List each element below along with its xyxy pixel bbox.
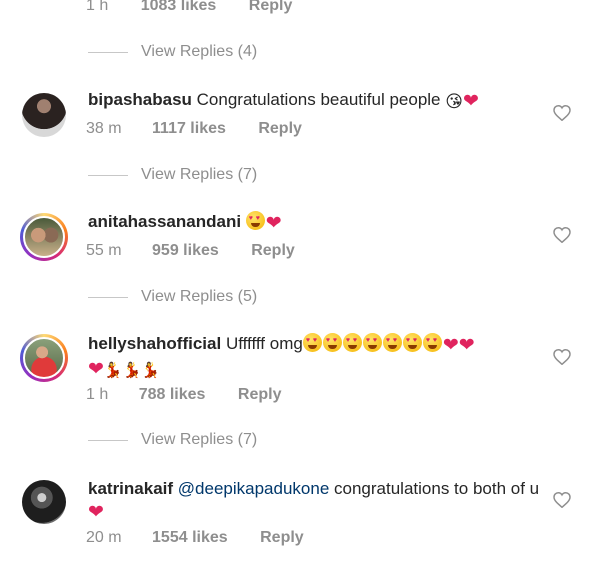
heart-eyes-emoji: ♥ ♥ <box>362 333 382 352</box>
view-replies-button[interactable]: View Replies (4) <box>141 43 257 61</box>
likes-count[interactable]: 1554 likes <box>152 529 228 546</box>
reply-button[interactable]: Reply <box>238 386 282 403</box>
heart-emoji: ❤ <box>458 335 475 356</box>
like-heart-icon[interactable] <box>553 492 571 508</box>
comment-meta: 55 m 959 likes Reply <box>86 242 295 260</box>
comment-time: 38 m <box>86 120 122 137</box>
comment-body: hellyshahofficial Uffffff omg ♥ ♥ ♥ ♥ ♥ ♥ ♥ ♥ ♥ ♥ ♥… <box>88 333 528 381</box>
like-heart-icon[interactable] <box>553 227 571 243</box>
avatar[interactable] <box>20 213 68 261</box>
heart-eyes-emoji: ♥ ♥ <box>342 333 362 352</box>
like-heart-icon[interactable] <box>553 349 571 365</box>
comment-time: 20 m <box>86 529 122 546</box>
comment-body: katrinakaif @deepikapadukone congratulat… <box>88 478 540 524</box>
view-replies-divider <box>88 297 128 298</box>
comment-text: Congratulations beautiful people <box>196 90 441 109</box>
heart-emoji: ❤ <box>442 335 459 356</box>
comment-meta: 1 h 788 likes Reply <box>86 386 281 404</box>
view-replies-divider <box>88 440 128 441</box>
reply-button[interactable]: Reply <box>260 529 304 546</box>
likes-count[interactable]: 959 likes <box>152 242 219 259</box>
heart-eyes-emoji: ♥ ♥ <box>322 333 342 352</box>
comment-username[interactable]: katrinakaif <box>88 479 173 498</box>
view-replies-divider <box>88 175 128 176</box>
like-heart-icon[interactable] <box>553 105 571 121</box>
comment-username[interactable]: hellyshahofficial <box>88 334 221 353</box>
avatar[interactable] <box>22 93 66 137</box>
reply-button[interactable]: Reply <box>258 120 302 137</box>
view-replies-divider <box>88 52 128 53</box>
heart-emoji: ❤ <box>265 213 282 234</box>
kiss-emoji: 😘 <box>445 92 463 111</box>
likes-count[interactable]: 1117 likes <box>152 120 226 137</box>
comment-username[interactable]: bipashabasu <box>88 90 192 109</box>
comment-time: 55 m <box>86 242 122 259</box>
mention-link[interactable]: @deepikapadukone <box>178 479 330 498</box>
comment-meta-top: 1 h 1083 likes Reply <box>86 0 292 15</box>
view-replies-button[interactable]: View Replies (7) <box>141 166 257 184</box>
dancer-emoji: 💃 <box>103 362 123 379</box>
reply-button[interactable]: Reply <box>249 0 293 14</box>
comment-text: congratulations to both of u <box>334 479 540 498</box>
dancer-emoji: 💃 <box>141 362 160 379</box>
avatar[interactable] <box>20 334 68 382</box>
avatar[interactable] <box>22 480 66 524</box>
comment-username[interactable]: anitahassanandani <box>88 212 241 231</box>
comment-text: Uffffff omg <box>225 334 303 353</box>
heart-eyes-emoji: ♥ ♥ <box>302 333 322 352</box>
heart-eyes-emoji: ♥ ♥ <box>422 333 442 352</box>
view-replies-button[interactable]: View Replies (5) <box>141 288 257 306</box>
heart-emoji: ❤ <box>88 359 104 380</box>
reply-button[interactable]: Reply <box>251 242 295 259</box>
comment-time: 1 h <box>86 0 109 14</box>
heart-eyes-emoji: ♥ ♥ <box>402 333 422 352</box>
heart-eyes-emoji: ♥ ♥ <box>245 211 265 230</box>
comment-meta: 20 m 1554 likes Reply <box>86 529 304 547</box>
heart-emoji: ❤ <box>88 502 104 523</box>
dancer-emoji: 💃 <box>122 362 142 379</box>
likes-count[interactable]: 1083 likes <box>141 0 217 14</box>
heart-emoji: ❤ <box>462 91 479 112</box>
comment-meta: 38 m 1117 likes Reply <box>86 120 302 138</box>
likes-count[interactable]: 788 likes <box>139 386 206 403</box>
heart-eyes-emoji: ♥ ♥ <box>382 333 402 352</box>
view-replies-button[interactable]: View Replies (7) <box>141 431 257 449</box>
comment-body: anitahassanandani ♥ ♥ ❤ <box>88 211 528 235</box>
comment-body: bipashabasu Congratulations beautiful pe… <box>88 89 528 113</box>
comment-time: 1 h <box>86 386 109 403</box>
